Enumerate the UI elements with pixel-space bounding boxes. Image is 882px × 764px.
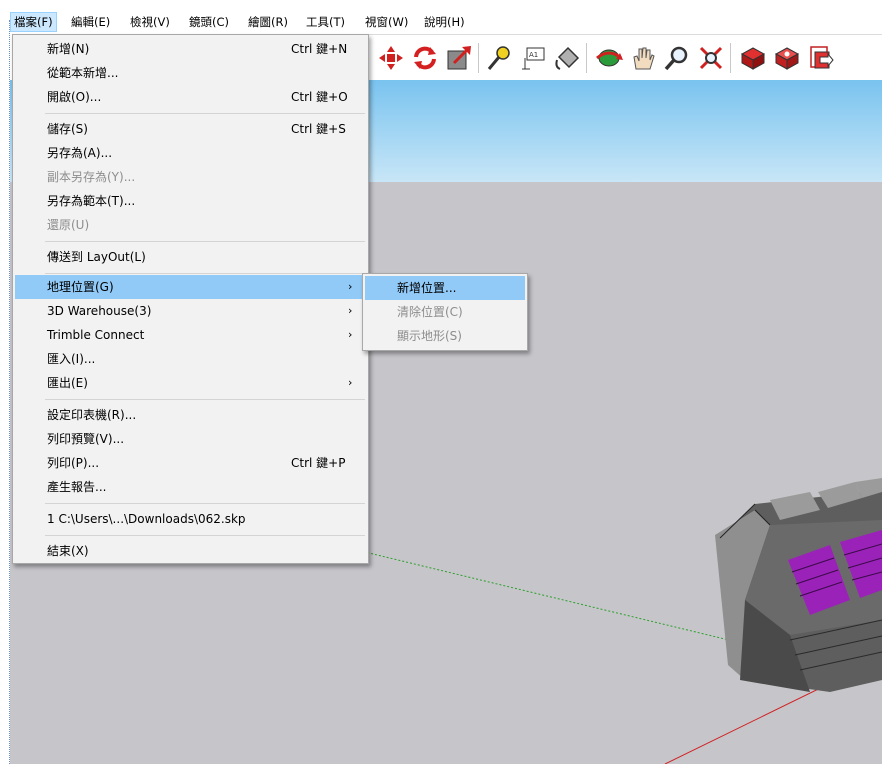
menu-item-trimble-connect[interactable]: Trimble Connect › — [15, 323, 366, 347]
menu-item-generate-report[interactable]: 產生報告... — [15, 475, 366, 499]
menu-item-new[interactable]: 新增(N) Ctrl 鍵+N — [15, 37, 366, 61]
submenu-arrow-icon: › — [348, 376, 353, 389]
menu-item-save[interactable]: 儲存(S) Ctrl 鍵+S — [15, 117, 366, 141]
shortcut-label: Ctrl 鍵+O — [291, 90, 348, 104]
menu-item-save-as-template[interactable]: 另存為範本(T)... — [15, 189, 366, 213]
text-icon[interactable]: A1 — [518, 43, 548, 73]
menu-item-geo-location[interactable]: 地理位置(G) › — [15, 275, 366, 299]
menu-item-recent-file[interactable]: 1 C:\Users\...\Downloads\062.skp — [15, 507, 366, 531]
extension-warehouse-icon[interactable] — [772, 43, 802, 73]
menu-draw[interactable]: 繪圖(R) — [245, 12, 291, 32]
menu-item-import[interactable]: 匯入(I)... — [15, 347, 366, 371]
shortcut-label: Ctrl 鍵+S — [291, 122, 346, 136]
menu-item-print[interactable]: 列印(P)... Ctrl 鍵+P — [15, 451, 366, 475]
menu-separator — [45, 399, 365, 400]
menu-item-send-to-layout[interactable]: 傳送到 LayOut(L) — [15, 245, 366, 269]
menu-help[interactable]: 說明(H) — [421, 12, 468, 32]
menu-item-clear-location: 清除位置(C) — [397, 305, 463, 319]
shortcut-label: Ctrl 鍵+N — [291, 42, 348, 56]
menu-separator — [45, 535, 365, 536]
toolbar-separator — [730, 43, 731, 73]
3d-warehouse-icon[interactable] — [738, 43, 768, 73]
menu-item-3d-warehouse[interactable]: 3D Warehouse(3) › — [15, 299, 366, 323]
menu-camera[interactable]: 鏡頭(C) — [186, 12, 232, 32]
zoom-extents-icon[interactable] — [696, 43, 726, 73]
menu-item-add-location[interactable]: 新增位置... — [365, 276, 525, 300]
menu-item-print-preview[interactable]: 列印預覽(V)... — [15, 427, 366, 451]
menu-file[interactable]: 檔案(F) — [10, 12, 57, 32]
submenu-arrow-icon: › — [348, 280, 353, 293]
toolbar: A1 — [368, 34, 882, 80]
menu-view[interactable]: 檢視(V) — [127, 12, 173, 32]
submenu-arrow-icon: › — [348, 304, 353, 317]
orbit-icon[interactable] — [594, 43, 624, 73]
menu-edit[interactable]: 編輯(E) — [68, 12, 113, 32]
menu-separator — [45, 241, 365, 242]
menu-separator — [45, 113, 365, 114]
scale-icon[interactable] — [444, 43, 474, 73]
menu-item-show-terrain: 顯示地形(S) — [397, 329, 462, 343]
menu-window[interactable]: 視窗(W) — [362, 12, 411, 32]
menu-separator — [45, 503, 365, 504]
toolbar-separator — [478, 43, 479, 73]
menu-separator — [45, 273, 365, 274]
rotate-icon[interactable] — [410, 43, 440, 73]
shortcut-label: Ctrl 鍵+P — [291, 456, 346, 470]
menu-item-revert: 還原(U) — [47, 218, 90, 232]
paint-bucket-icon[interactable] — [552, 43, 582, 73]
tape-measure-icon[interactable] — [484, 43, 514, 73]
menu-item-save-copy-as: 副本另存為(Y)... — [47, 170, 136, 184]
menu-bar: 檔案(F) 編輯(E) 檢視(V) 鏡頭(C) 繪圖(R) 工具(T) 視窗(W… — [0, 0, 882, 34]
submenu-arrow-icon: › — [348, 328, 353, 341]
menu-item-open[interactable]: 開啟(O)... Ctrl 鍵+O — [15, 85, 366, 109]
menu-item-exit[interactable]: 結束(X) — [15, 539, 366, 563]
menu-item-new-from-template[interactable]: 從範本新增... — [15, 61, 366, 85]
send-to-layout-icon[interactable] — [806, 43, 836, 73]
3d-model[interactable] — [715, 478, 882, 692]
toolbar-separator — [586, 43, 587, 73]
menu-item-save-as[interactable]: 另存為(A)... — [15, 141, 366, 165]
geo-location-submenu: 新增位置... 清除位置(C) 顯示地形(S) — [362, 273, 528, 351]
svg-text:A1: A1 — [529, 51, 538, 59]
zoom-icon[interactable] — [662, 43, 692, 73]
move-icon[interactable] — [376, 43, 406, 73]
menu-item-print-setup[interactable]: 設定印表機(R)... — [15, 403, 366, 427]
file-menu: 新增(N) Ctrl 鍵+N 從範本新增... 開啟(O)... Ctrl 鍵+O … — [12, 34, 369, 564]
menu-tools[interactable]: 工具(T) — [303, 12, 348, 32]
pan-icon[interactable] — [628, 43, 658, 73]
menu-item-export[interactable]: 匯出(E) › — [15, 371, 366, 395]
